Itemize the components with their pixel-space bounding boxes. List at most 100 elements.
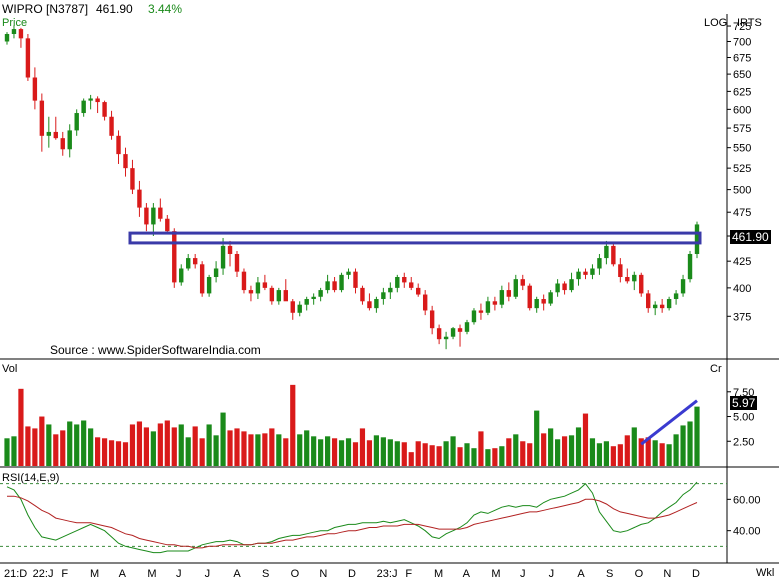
- volume-bar: [178, 424, 184, 466]
- candle-body: [255, 282, 261, 294]
- volume-bar: [464, 443, 470, 466]
- candle-body: [548, 292, 553, 304]
- irts-scale-label[interactable]: IRTS: [737, 16, 762, 30]
- candle-body: [583, 271, 588, 275]
- price-axis-tick: 500: [733, 185, 751, 197]
- candle-body: [318, 290, 323, 297]
- change-pct-label: 3.44%: [148, 2, 183, 16]
- volume-bar: [185, 437, 191, 466]
- candle-body: [625, 277, 630, 282]
- volume-bar: [394, 441, 400, 466]
- volume-bar: [67, 421, 73, 466]
- volume-bar: [541, 433, 547, 466]
- volume-bar: [610, 446, 616, 466]
- candle-body: [562, 283, 567, 291]
- time-axis-tick: D: [348, 568, 356, 580]
- time-axis-tick: J: [520, 568, 526, 580]
- candle-body: [172, 231, 177, 283]
- candle-body: [576, 271, 581, 280]
- candle-body: [179, 268, 184, 283]
- candle-body: [53, 131, 58, 139]
- time-axis-tick: O: [291, 568, 300, 580]
- candle-body: [339, 274, 344, 291]
- volume-bar: [39, 416, 45, 466]
- volume-bar: [506, 438, 512, 466]
- volume-bar: [199, 438, 205, 466]
- volume-bar: [659, 443, 665, 466]
- candle-body: [297, 304, 302, 313]
- candle-body: [534, 299, 539, 309]
- candle-body: [227, 245, 233, 254]
- candle-body: [673, 293, 679, 300]
- candle-body: [144, 207, 149, 225]
- candle-body: [597, 258, 602, 269]
- time-axis-tick: A: [119, 568, 127, 580]
- candle-body: [402, 277, 407, 283]
- time-axis-tick: M: [434, 568, 443, 580]
- candle-body: [604, 245, 609, 259]
- candle-body: [220, 245, 226, 269]
- price-axis-tick: 600: [733, 104, 751, 116]
- volume-bar: [408, 452, 414, 466]
- volume-bar: [129, 424, 136, 466]
- volume-bar: [297, 434, 303, 466]
- volume-bar: [415, 441, 421, 466]
- volume-bar: [213, 435, 219, 466]
- volume-bar: [227, 430, 233, 466]
- volume-bar: [46, 424, 52, 466]
- symbol-label: WIPRO [N3787]: [2, 2, 89, 16]
- volume-bar: [53, 434, 59, 466]
- volume-bar: [589, 438, 596, 466]
- candle-body: [283, 290, 288, 302]
- candle-body: [646, 293, 651, 309]
- candle-body: [39, 100, 45, 136]
- volume-bar: [18, 388, 24, 466]
- candle-body: [388, 287, 393, 293]
- last-price-tag: 461.90: [730, 230, 771, 244]
- price-axis-tick: 625: [733, 86, 751, 98]
- volume-axis-tick: 5.00: [733, 412, 754, 424]
- volume-bar: [401, 442, 407, 466]
- volume-bar: [387, 439, 393, 466]
- candle-body: [276, 290, 282, 302]
- volume-bar: [338, 440, 345, 466]
- price-panel-label: Price: [2, 17, 28, 29]
- time-axis-tick: J: [205, 568, 211, 580]
- volume-bar: [60, 430, 66, 466]
- volume-bar: [429, 445, 435, 466]
- time-axis-tick: 21:D: [4, 568, 27, 580]
- log-scale-label[interactable]: LOG: [704, 16, 727, 30]
- volume-bar: [171, 427, 177, 466]
- time-axis-tick: D: [692, 568, 700, 580]
- time-axis-tick: 22:J: [33, 568, 54, 580]
- volume-bar: [485, 449, 491, 466]
- rsi-line: [6, 481, 698, 554]
- price-axis-tick: 475: [733, 207, 751, 219]
- rsi-label: RSI(14,E,9): [2, 472, 60, 484]
- candle-body: [346, 271, 351, 275]
- price-axis-tick: 550: [733, 143, 751, 155]
- volume-bar: [192, 426, 198, 466]
- candle-body: [151, 207, 156, 225]
- volume-bar: [311, 436, 317, 466]
- time-axis-tick: A: [233, 568, 241, 580]
- candle-body: [478, 310, 484, 313]
- candle-body: [381, 292, 386, 300]
- candle-body: [471, 310, 477, 323]
- volume-bar: [32, 428, 38, 466]
- volume-bar: [248, 434, 254, 466]
- volume-bar: [262, 433, 268, 466]
- last-volume-tag: 5.97: [730, 396, 758, 410]
- volume-bar: [617, 444, 623, 466]
- candle-body: [25, 38, 31, 78]
- volume-bar: [74, 424, 80, 466]
- candle-body: [639, 274, 644, 294]
- candle-body: [130, 168, 135, 190]
- volume-bar: [548, 428, 554, 466]
- time-axis-tick: O: [635, 568, 644, 580]
- candle-body: [32, 77, 38, 101]
- price-axis-tick: 575: [733, 123, 751, 135]
- volume-bar: [673, 434, 679, 466]
- candle-body: [611, 245, 616, 265]
- candle-body: [290, 301, 295, 313]
